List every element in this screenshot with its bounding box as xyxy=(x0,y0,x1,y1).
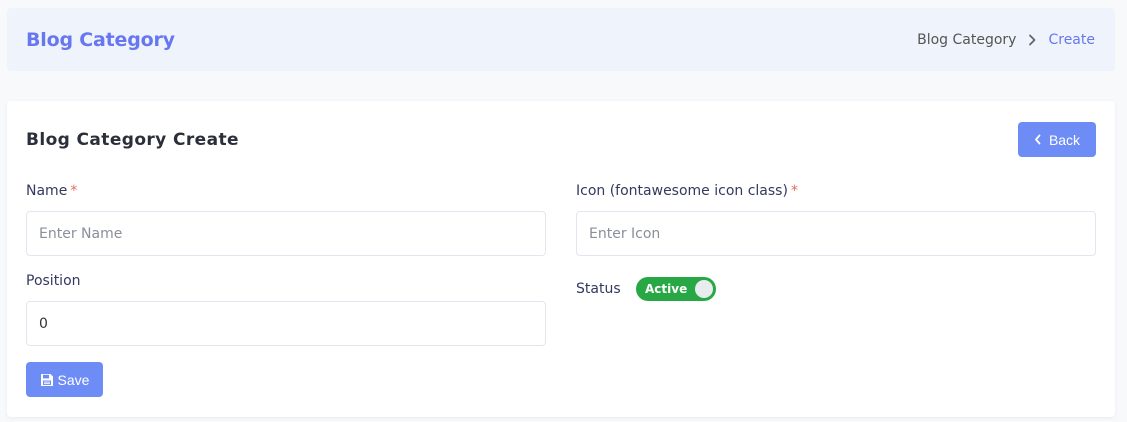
toggle-knob xyxy=(695,280,713,298)
name-label: Name * xyxy=(26,183,77,199)
position-label: Position xyxy=(26,273,81,289)
breadcrumb: Blog Category Create xyxy=(917,32,1095,48)
position-input[interactable] xyxy=(26,301,546,346)
icon-label: Icon (fontawesome icon class) * xyxy=(576,183,798,199)
status-toggle-text: Active xyxy=(645,282,688,296)
name-input[interactable] xyxy=(26,211,546,256)
chevron-right-icon xyxy=(1028,34,1036,46)
card-title: Blog Category Create xyxy=(26,130,239,150)
back-button-label: Back xyxy=(1048,131,1081,148)
name-label-text: Name xyxy=(26,183,68,199)
chevron-left-icon xyxy=(1034,134,1041,145)
back-button[interactable]: Back xyxy=(1018,122,1096,157)
icon-input[interactable] xyxy=(576,211,1096,256)
save-button[interactable]: Save xyxy=(26,362,103,397)
save-button-label: Save xyxy=(57,371,90,388)
page-header: Blog Category Blog Category Create xyxy=(7,8,1115,71)
page-title: Blog Category xyxy=(26,28,175,51)
create-card: Blog Category Create Back Name* Icon (fo… xyxy=(7,101,1115,417)
icon-label-text: Icon (fontawesome icon class) xyxy=(576,183,788,199)
breadcrumb-item-create: Create xyxy=(1048,31,1095,48)
floppy-disk-icon xyxy=(40,373,54,387)
status-toggle[interactable]: Active xyxy=(636,277,716,301)
required-mark: * xyxy=(70,183,78,199)
breadcrumb-item-blog-category[interactable]: Blog Category xyxy=(917,32,1016,48)
status-label: Status xyxy=(576,281,621,297)
required-mark: * xyxy=(790,183,798,199)
